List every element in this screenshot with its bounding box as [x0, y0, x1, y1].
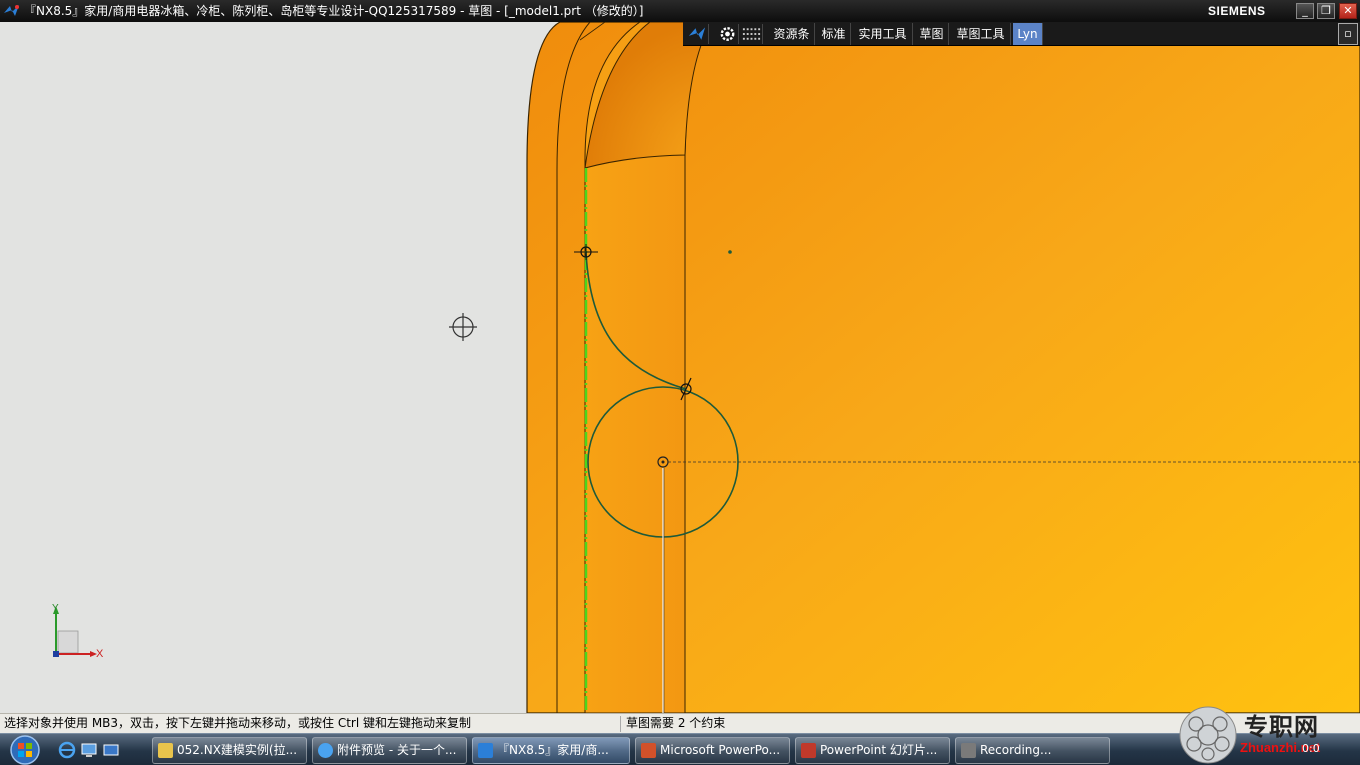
circle-center-dot [661, 460, 665, 464]
status-divider [620, 716, 621, 732]
toolbar-sketch[interactable]: 草图 [915, 23, 949, 45]
watermark-text: 专职网 [1244, 712, 1319, 741]
taskbar-item-label: PowerPoint 幻灯片... [820, 743, 938, 757]
siemens-brand: SIEMENS [1208, 4, 1266, 18]
start-button-icon[interactable] [5, 735, 45, 765]
model-scene [53, 22, 1360, 713]
close-button[interactable]: ✕ [1339, 3, 1357, 19]
taskbar-item-nx[interactable]: 『NX8.5』家用/商... [472, 737, 630, 764]
triad-y-label: Y [52, 603, 59, 614]
toolbar-utilities[interactable]: 实用工具 [853, 23, 913, 45]
windows-taskbar: 052.NX建模实例(拉... 附件预览 - 关于一个... 『NX8.5』家用… [0, 733, 1360, 765]
toolbar-options-button[interactable]: ▫ [1338, 23, 1358, 45]
gear-icon[interactable] [717, 24, 739, 44]
recording-icon [961, 743, 976, 758]
taskbar-item-label: 『NX8.5』家用/商... [497, 743, 609, 757]
nx-logo-icon [4, 5, 19, 16]
powerpoint-icon [641, 743, 656, 758]
restore-button[interactable]: ❐ [1317, 3, 1335, 19]
powerpoint-slide-icon [801, 743, 816, 758]
status-prompt: 选择对象并使用 MB3，双击，按下左键并拖动来移动，或按住 Ctrl 键和左键拖… [4, 716, 472, 730]
toolbar-standard[interactable]: 标准 [817, 23, 851, 45]
switch-windows-icon[interactable] [102, 741, 120, 759]
taskbar-item-recording[interactable]: Recording... [955, 737, 1110, 764]
sketch-point[interactable] [728, 250, 732, 254]
nx-logo-icon[interactable] [687, 24, 709, 44]
graphics-viewport[interactable]: Y X [0, 22, 1360, 713]
toolbar-resource-bar[interactable]: 资源条 [769, 23, 815, 45]
folder-icon [158, 743, 173, 758]
taskbar-item-label: 052.NX建模实例(拉... [177, 743, 298, 757]
show-desktop-icon[interactable] [80, 741, 98, 759]
taskbar-item-label: Recording... [980, 743, 1052, 757]
taskbar-clock: 0:0 [1302, 742, 1320, 755]
toolbar-sketch-tools[interactable]: 草图工具 [951, 23, 1011, 45]
taskbar-item-browser[interactable]: 附件预览 - 关于一个... [312, 737, 467, 764]
command-toolbar: 资源条 标准 实用工具 草图 草图工具 Lyn ▫ [683, 22, 1360, 46]
minimize-button[interactable]: _ [1296, 3, 1314, 19]
ie-icon[interactable] [58, 741, 76, 759]
cursor-crosshair-icon [449, 313, 477, 341]
taskbar-item-folder[interactable]: 052.NX建模实例(拉... [152, 737, 307, 764]
grid-icon[interactable] [741, 24, 763, 44]
toolbar-lyn[interactable]: Lyn [1013, 23, 1043, 45]
window-title: 『NX8.5』家用/商用电器冰箱、冷柜、陈列柜、岛柜等专业设计-QQ125317… [24, 4, 644, 18]
nx-application-window: 『NX8.5』家用/商用电器冰箱、冷柜、陈列柜、岛柜等专业设计-QQ125317… [0, 0, 1360, 765]
ie-icon [318, 743, 333, 758]
title-bar: 『NX8.5』家用/商用电器冰箱、冷柜、陈列柜、岛柜等专业设计-QQ125317… [0, 0, 1360, 22]
triad-x-label: X [96, 648, 104, 660]
constraint-status: 草图需要 2 个约束 [626, 716, 726, 730]
status-bar: 选择对象并使用 MB3，双击，按下左键并拖动来移动，或按住 Ctrl 键和左键拖… [0, 713, 1360, 733]
coordinate-triad [53, 606, 97, 657]
nx-icon [478, 743, 493, 758]
taskbar-item-powerpoint[interactable]: Microsoft PowerPo... [635, 737, 790, 764]
taskbar-item-slideshow[interactable]: PowerPoint 幻灯片... [795, 737, 950, 764]
taskbar-item-label: 附件预览 - 关于一个... [337, 743, 457, 757]
taskbar-item-label: Microsoft PowerPo... [660, 743, 781, 757]
